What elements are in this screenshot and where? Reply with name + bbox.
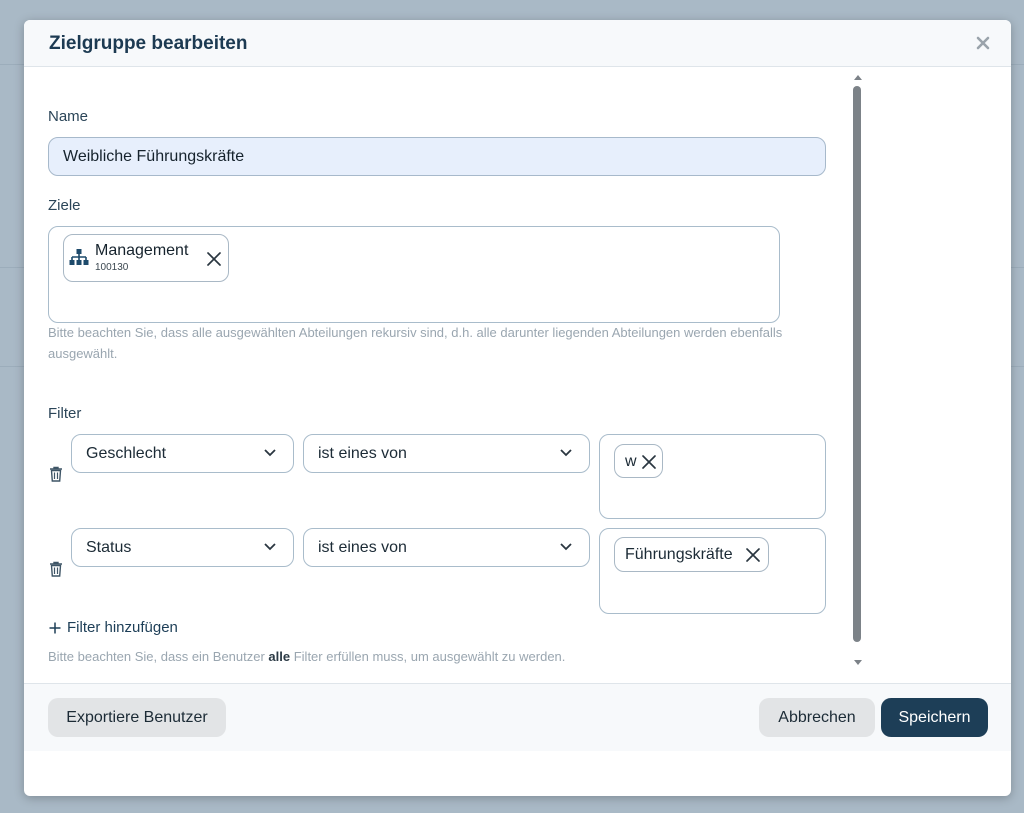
trash-icon <box>50 561 62 577</box>
value-chip: Führungskräfte <box>614 537 769 572</box>
scroll-down-arrow-icon[interactable] <box>853 659 863 667</box>
ziele-input[interactable]: Management 100130 <box>48 226 780 323</box>
remove-chip-button[interactable] <box>205 250 223 268</box>
chip-label: Management <box>95 242 189 259</box>
select-value: ist eines von <box>318 539 407 556</box>
name-input[interactable]: Weibliche Führungskräfte <box>48 137 826 176</box>
filter-hint: Bitte beachten Sie, dass ein Benutzer al… <box>48 646 565 667</box>
cancel-button[interactable]: Abbrechen <box>759 698 875 737</box>
filter-field-select[interactable]: Status <box>71 528 294 567</box>
remove-value-button[interactable] <box>744 546 762 564</box>
dialog-body: Name Weibliche Führungskräfte Ziele Mana… <box>24 68 1011 682</box>
close-icon <box>642 455 656 469</box>
filter-field-select[interactable]: Geschlecht <box>71 434 294 473</box>
chevron-down-icon <box>560 543 572 551</box>
ziele-label: Ziele <box>48 197 81 214</box>
remove-value-button[interactable] <box>640 453 658 471</box>
filter-operator-select[interactable]: ist eines von <box>303 434 590 473</box>
select-value: Geschlecht <box>86 445 167 462</box>
close-icon <box>207 252 221 266</box>
filter-values-input[interactable]: w <box>599 434 826 519</box>
value-chip: w <box>614 444 663 478</box>
delete-filter-button[interactable] <box>49 561 63 582</box>
chevron-down-icon <box>264 543 276 551</box>
name-label: Name <box>48 108 89 125</box>
scroll-up-arrow-icon[interactable] <box>853 73 863 81</box>
filter-hint-bold: alle <box>268 649 291 664</box>
dialog-title: Zielgruppe bearbeiten <box>49 33 248 54</box>
plus-icon <box>49 622 61 634</box>
export-users-button[interactable]: Exportiere Benutzer <box>48 698 226 737</box>
chip-code: 100130 <box>95 262 129 273</box>
close-icon <box>976 36 990 50</box>
save-button[interactable]: Speichern <box>881 698 988 737</box>
filter-values-input[interactable]: Führungskräfte <box>599 528 826 614</box>
select-value: ist eines von <box>318 445 407 462</box>
vertical-scrollbar-thumb[interactable] <box>853 86 861 642</box>
edit-target-group-dialog: Zielgruppe bearbeiten Name Weibliche Füh… <box>24 20 1011 796</box>
filter-operator-select[interactable]: ist eines von <box>303 528 590 567</box>
trash-icon <box>50 466 62 482</box>
value-chip-label: Führungskräfte <box>625 546 733 563</box>
ziele-hint: Bitte beachten Sie, dass alle ausgewählt… <box>48 325 783 361</box>
select-value: Status <box>86 539 132 556</box>
org-chart-icon <box>69 249 89 265</box>
dialog-header: Zielgruppe bearbeiten <box>24 20 1011 67</box>
close-icon <box>746 548 760 562</box>
close-button[interactable] <box>975 35 991 51</box>
filter-hint-prefix: Bitte beachten Sie, dass ein Benutzer <box>48 649 269 664</box>
chevron-down-icon <box>264 449 276 457</box>
filter-hint-suffix: Filter erfüllen muss, um ausgewählt zu w… <box>290 649 566 664</box>
chevron-down-icon <box>560 449 572 457</box>
add-filter-label: Filter hinzufügen <box>67 619 178 636</box>
dialog-footer: Exportiere Benutzer Abbrechen Speichern <box>24 683 1011 751</box>
delete-filter-button[interactable] <box>49 466 63 487</box>
filter-label: Filter <box>48 405 82 422</box>
target-chip-management: Management 100130 <box>63 234 229 282</box>
value-chip-label: w <box>625 453 637 470</box>
